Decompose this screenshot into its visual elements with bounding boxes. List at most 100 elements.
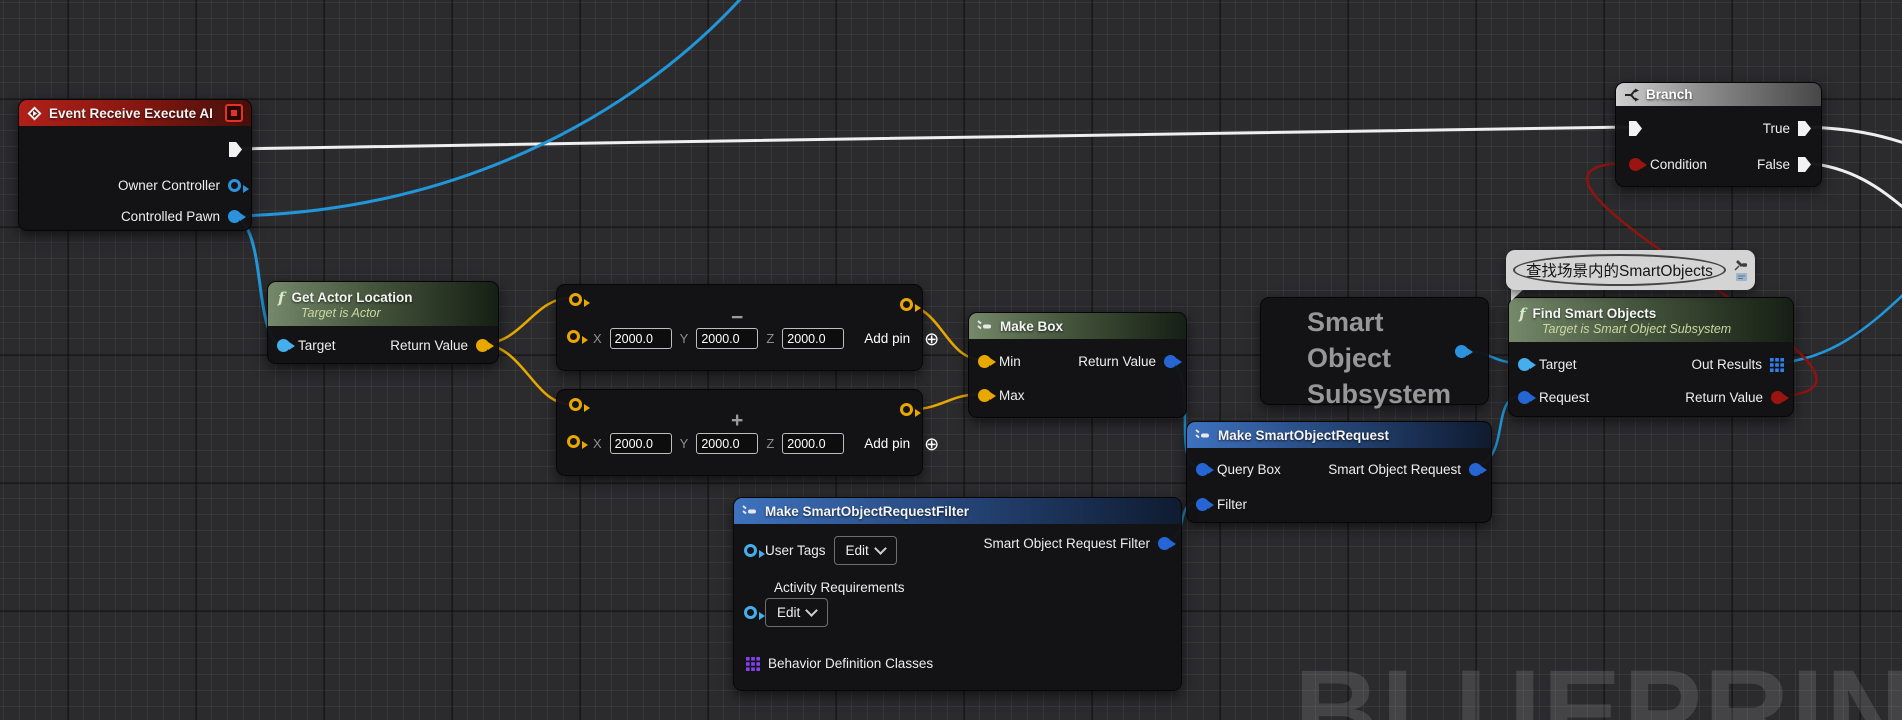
wire-controlled-pawn-up — [232, 0, 742, 218]
node-get-actor-location[interactable]: f Get Actor Location Target is Actor Tar… — [267, 281, 499, 364]
make-sorf-title: Make SmartObjectRequestFilter — [765, 503, 970, 519]
comment-detail-icon — [1735, 273, 1747, 281]
node-event-receive-execute-ai[interactable]: Event Receive Execute AI Owner Controlle… — [18, 99, 252, 231]
get-actor-location-title: Get Actor Location — [291, 290, 413, 305]
find-smart-objects-header[interactable]: f Find Smart Objects Target is Smart Obj… — [1509, 298, 1793, 342]
branch-false-label: False — [1756, 157, 1790, 172]
activity-requirements-edit-dropdown[interactable]: Edit — [765, 598, 829, 627]
add-add-pin-label[interactable]: Add pin — [864, 436, 910, 451]
make-sor-header[interactable]: Make SmartObjectRequest — [1187, 422, 1491, 448]
branch-true-pin[interactable] — [1798, 121, 1811, 136]
sorf-out-pin[interactable] — [1158, 537, 1176, 550]
y-label: Y — [679, 331, 689, 346]
wire-outresults-right — [1775, 294, 1902, 365]
activity-requirements-label: Activity Requirements — [774, 580, 905, 595]
make-box-min-pin[interactable] — [978, 355, 996, 368]
sor-out-label: Smart Object Request — [1328, 462, 1461, 477]
make-box-max-label: Max — [999, 388, 1025, 403]
user-tags-label: User Tags — [765, 543, 826, 558]
make-box-max-pin[interactable] — [978, 389, 996, 402]
user-tags-pin[interactable] — [744, 544, 765, 558]
get-actor-location-header[interactable]: f Get Actor Location Target is Actor — [268, 282, 498, 326]
controlled-pawn-pin[interactable] — [228, 210, 246, 223]
branch-false-pin[interactable] — [1798, 157, 1811, 172]
pushpin-icon[interactable] — [1734, 259, 1748, 271]
function-f-icon: f — [278, 288, 285, 307]
z-label: Z — [766, 331, 775, 346]
branch-title: Branch — [1646, 87, 1693, 102]
subtract-add-pin-icon[interactable]: ⊕ — [924, 330, 939, 348]
subtract-add-pin-label[interactable]: Add pin — [864, 331, 910, 346]
gal-return-pin[interactable] — [476, 339, 494, 352]
add-add-pin-icon[interactable]: ⊕ — [924, 435, 939, 453]
make-sorf-header[interactable]: Make SmartObjectRequestFilter — [734, 498, 1181, 524]
event-node-header[interactable]: Event Receive Execute AI — [19, 100, 251, 126]
add-x-input[interactable] — [609, 433, 672, 454]
filter-pin[interactable] — [1196, 498, 1214, 511]
gal-target-pin[interactable] — [277, 339, 295, 352]
subtract-input-a-pin[interactable] — [569, 293, 590, 307]
filter-label: Filter — [1217, 497, 1247, 512]
fso-request-pin[interactable] — [1518, 391, 1536, 404]
node-branch[interactable]: Branch True Condition False — [1615, 82, 1822, 187]
fso-return-label: Return Value — [1685, 390, 1763, 405]
owner-controller-pin[interactable] — [228, 179, 249, 193]
event-stop-icon[interactable] — [225, 104, 243, 122]
fso-target-pin[interactable] — [1518, 358, 1536, 371]
sor-out-pin[interactable] — [1469, 463, 1487, 476]
node-vector-add[interactable]: + X Y Z Add pin ⊕ — [556, 389, 939, 476]
subtract-z-input[interactable] — [782, 328, 845, 349]
branch-icon — [1625, 88, 1639, 101]
query-box-pin[interactable] — [1196, 463, 1214, 476]
branch-condition-pin[interactable] — [1629, 158, 1647, 171]
find-smart-objects-subtitle: Target is Smart Object Subsystem — [1542, 321, 1732, 336]
make-box-title: Make Box — [1000, 318, 1064, 334]
node-smart-object-subsystem[interactable]: Smart Object Subsystem — [1260, 297, 1489, 409]
fso-target-label: Target — [1539, 357, 1577, 372]
branch-exec-in-pin[interactable] — [1629, 121, 1642, 136]
user-tags-edit-label: Edit — [845, 543, 869, 558]
behavior-definition-classes-label: Behavior Definition Classes — [768, 656, 934, 671]
subtract-y-input[interactable] — [696, 328, 759, 349]
subtract-output-pin[interactable] — [900, 298, 921, 312]
blueprint-graph-canvas[interactable]: BLUEPRINT Event Receive Execute AI — [0, 0, 1902, 720]
subsystem-output-pin[interactable] — [1455, 345, 1473, 358]
branch-condition-label: Condition — [1650, 157, 1708, 172]
event-exec-out-pin[interactable] — [229, 142, 242, 157]
activity-requirements-pin[interactable] — [744, 606, 765, 620]
out-results-array-pin[interactable] — [1770, 357, 1784, 372]
make-struct-icon — [1195, 429, 1209, 439]
behavior-classes-array-pin[interactable] — [746, 656, 760, 671]
comment-bubble[interactable]: 查找场景内的SmartObjects — [1506, 250, 1755, 290]
make-box-header[interactable]: Make Box — [969, 313, 1186, 339]
node-find-smart-objects[interactable]: f Find Smart Objects Target is Smart Obj… — [1508, 297, 1794, 417]
subtract-x-input[interactable] — [609, 328, 672, 349]
smart-object-subsystem-label: Smart Object Subsystem — [1307, 307, 1452, 409]
subtract-input-b-pin[interactable] — [567, 330, 588, 344]
node-make-box[interactable]: Make Box Min Max Return Value — [968, 312, 1187, 418]
subtract-operator-icon: − — [731, 306, 744, 329]
add-input-b-pin[interactable] — [567, 435, 588, 449]
make-sor-title: Make SmartObjectRequest — [1218, 427, 1390, 443]
fso-return-pin[interactable] — [1771, 391, 1789, 404]
add-operator-icon: + — [731, 409, 744, 432]
x-label: X — [593, 331, 602, 346]
add-output-pin[interactable] — [900, 403, 921, 417]
make-box-min-label: Min — [999, 354, 1021, 369]
y-label: Y — [679, 436, 689, 451]
node-vector-subtract[interactable]: − X Y Z Add pin ⊕ — [556, 284, 939, 371]
event-diamond-icon — [27, 106, 42, 120]
chevron-down-icon — [805, 604, 819, 617]
add-z-input[interactable] — [782, 433, 845, 454]
branch-header[interactable]: Branch — [1616, 83, 1821, 106]
add-input-a-pin[interactable] — [569, 398, 590, 412]
get-actor-location-subtitle: Target is Actor — [301, 305, 381, 320]
query-box-label: Query Box — [1217, 462, 1281, 477]
user-tags-edit-dropdown[interactable]: Edit — [833, 536, 897, 565]
add-y-input[interactable] — [696, 433, 759, 454]
node-make-smartobjectrequestfilter[interactable]: Make SmartObjectRequestFilter User Tags … — [733, 497, 1182, 691]
controlled-pawn-label: Controlled Pawn — [120, 209, 220, 224]
make-box-return-pin[interactable] — [1164, 355, 1182, 368]
node-make-smartobjectrequest[interactable]: Make SmartObjectRequest Query Box Filter… — [1186, 421, 1492, 523]
comment-text: 查找场景内的SmartObjects — [1513, 254, 1726, 286]
